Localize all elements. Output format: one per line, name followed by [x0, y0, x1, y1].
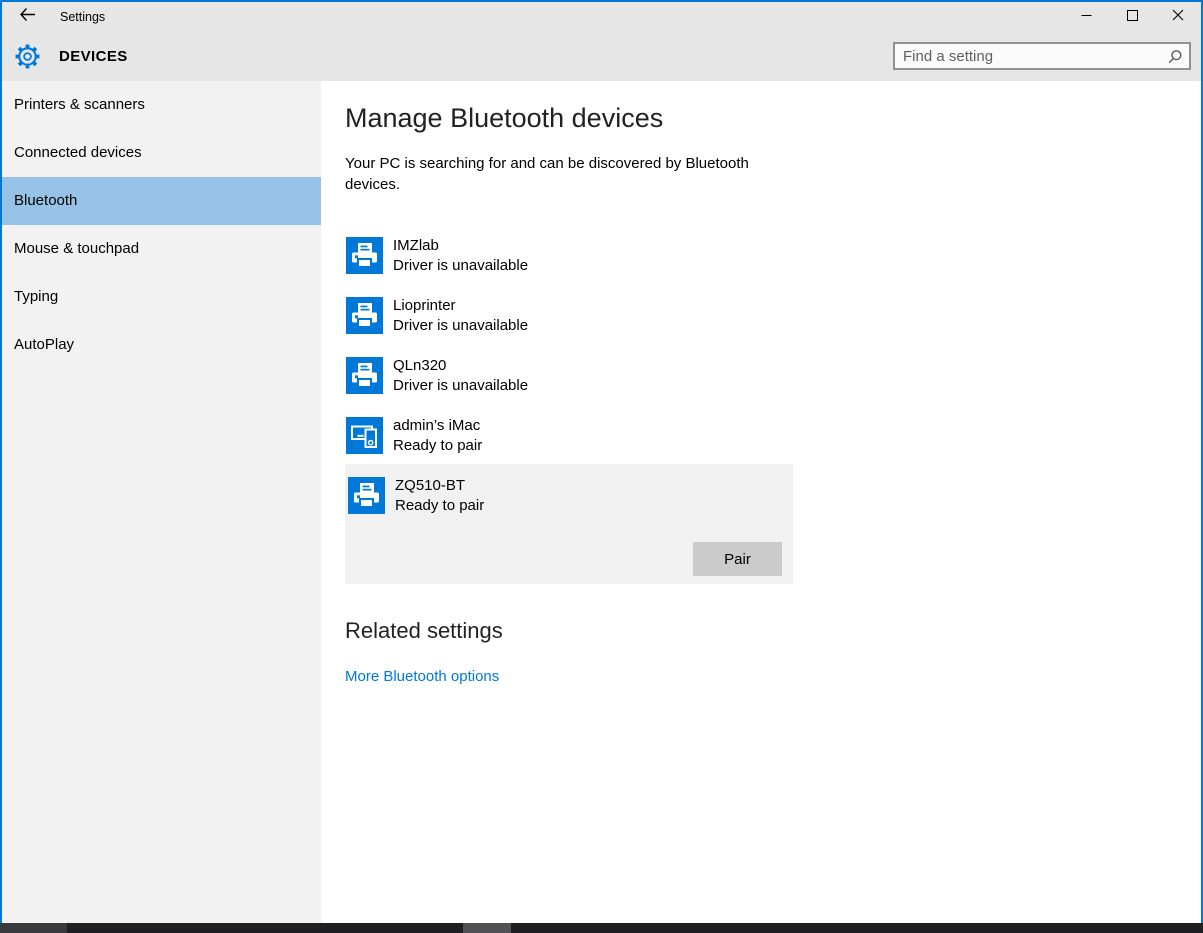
caption-buttons: [1063, 2, 1201, 32]
device-status: Driver is unavailable: [393, 256, 528, 276]
printer-icon: [346, 237, 383, 274]
maximize-icon: [1127, 8, 1138, 26]
minimize-icon: [1081, 8, 1092, 26]
sidebar: Printers & scanners Connected devices Bl…: [2, 81, 321, 923]
computer-phone-icon: [346, 417, 383, 454]
close-button[interactable]: [1155, 2, 1201, 32]
main-content: Manage Bluetooth devices Your PC is sear…: [321, 81, 1201, 923]
selected-device-panel: ZQ510-BT Ready to pair Pair: [345, 464, 793, 584]
gear-icon: [13, 42, 42, 76]
titlebar[interactable]: Settings: [2, 2, 1201, 32]
device-row-qln320[interactable]: QLn320 Driver is unavailable: [345, 357, 775, 397]
device-name: IMZlab: [393, 236, 439, 256]
page-description-line2: devices.: [345, 174, 749, 195]
window-title: Settings: [60, 2, 105, 32]
printer-icon: [348, 477, 385, 514]
maximize-button[interactable]: [1109, 2, 1155, 32]
printer-icon: [346, 297, 383, 334]
sidebar-item-autoplay[interactable]: AutoPlay: [2, 321, 321, 369]
search-box: [893, 42, 1191, 70]
sidebar-item-printers-scanners[interactable]: Printers & scanners: [2, 81, 321, 129]
sidebar-item-bluetooth[interactable]: Bluetooth: [2, 177, 321, 225]
close-icon: [1172, 8, 1184, 26]
sidebar-item-mouse-touchpad[interactable]: Mouse & touchpad: [2, 225, 321, 273]
device-status: Ready to pair: [395, 496, 484, 516]
device-name: admin’s iMac: [393, 416, 480, 436]
device-row-admins-imac[interactable]: admin’s iMac Ready to pair: [345, 417, 775, 457]
device-row-imzlab[interactable]: IMZlab Driver is unavailable: [345, 237, 775, 277]
device-status: Driver is unavailable: [393, 316, 528, 336]
page-heading: Manage Bluetooth devices: [345, 103, 663, 134]
printer-icon: [346, 357, 383, 394]
related-settings-heading: Related settings: [345, 618, 503, 644]
page-description: Your PC is searching for and can be disc…: [345, 153, 749, 195]
device-row-lioprinter[interactable]: Lioprinter Driver is unavailable: [345, 297, 775, 337]
device-name: Lioprinter: [393, 296, 456, 316]
page-description-line1: Your PC is searching for and can be disc…: [345, 153, 749, 174]
device-status: Driver is unavailable: [393, 376, 528, 396]
page-header: DEVICES: [2, 32, 1201, 81]
taskbar-active-app-segment[interactable]: [463, 923, 511, 933]
settings-window: Settings: [0, 0, 1203, 923]
desktop: Settings: [0, 0, 1203, 933]
device-name: QLn320: [393, 356, 446, 376]
pair-button[interactable]: Pair: [693, 542, 782, 576]
back-arrow-icon: [19, 7, 36, 27]
sidebar-item-typing[interactable]: Typing: [2, 273, 321, 321]
device-status: Ready to pair: [393, 436, 482, 456]
taskbar[interactable]: [0, 923, 1203, 933]
more-bluetooth-options-link[interactable]: More Bluetooth options: [345, 668, 499, 685]
taskbar-start-segment[interactable]: [0, 923, 67, 933]
search-icon[interactable]: [1167, 49, 1183, 70]
search-input[interactable]: [895, 44, 1189, 68]
device-row-zq510-bt[interactable]: ZQ510-BT Ready to pair: [347, 477, 777, 517]
sidebar-item-connected-devices[interactable]: Connected devices: [2, 129, 321, 177]
minimize-button[interactable]: [1063, 2, 1109, 32]
back-button[interactable]: [10, 2, 44, 32]
page-title: DEVICES: [59, 32, 128, 81]
device-name: ZQ510-BT: [395, 476, 465, 496]
